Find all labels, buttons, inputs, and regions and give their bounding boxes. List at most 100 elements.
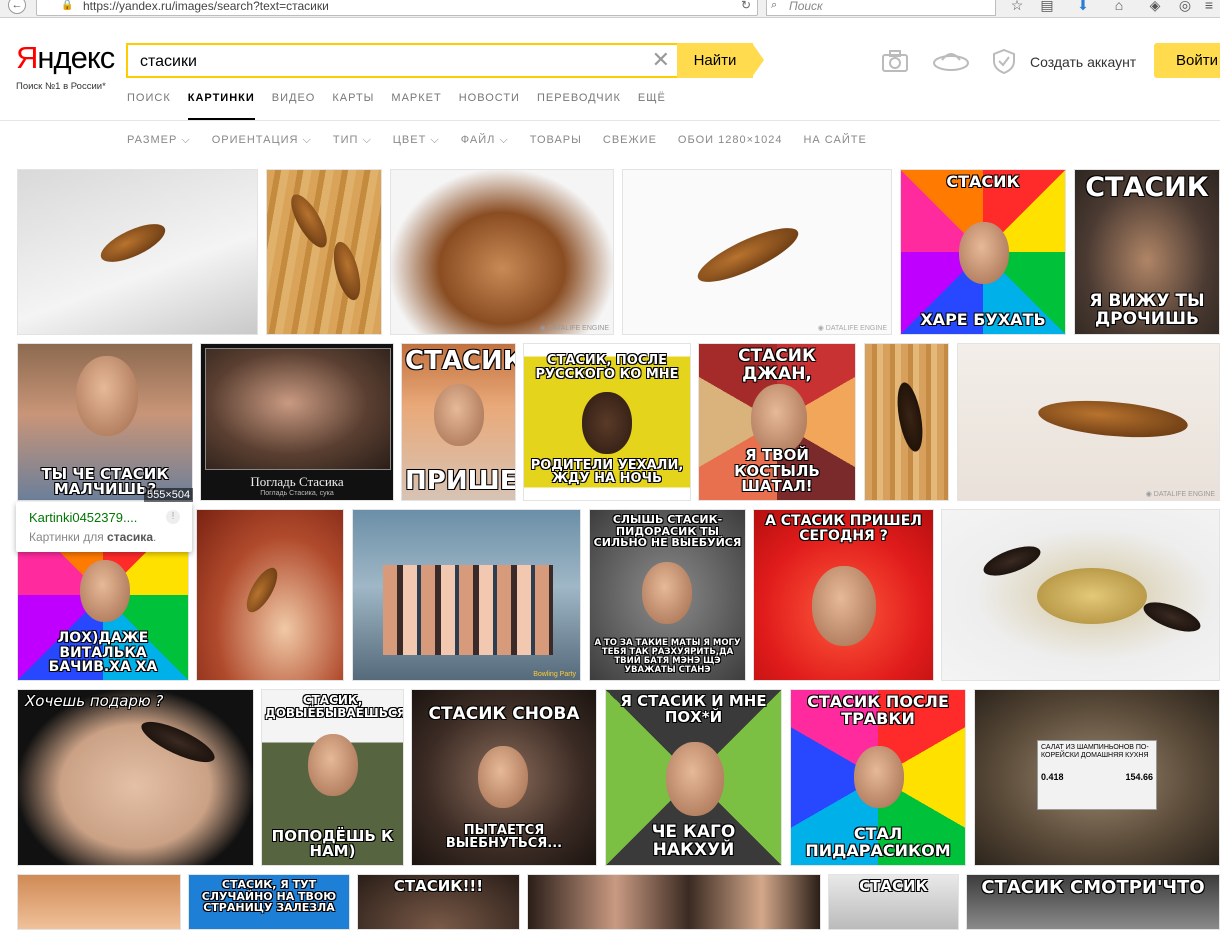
create-account-link[interactable]: Создать аккаунт <box>1030 54 1136 70</box>
browser-search-box[interactable]: ⌕ Поиск <box>766 0 996 16</box>
image-result[interactable]: Bowling Party <box>352 509 581 681</box>
reload-icon[interactable]: ↻ <box>741 0 751 12</box>
image-result[interactable]: ◉ DATALIFE ENGINE <box>622 169 892 335</box>
filter-type[interactable]: ТИП ⌵ <box>333 134 372 147</box>
image-result[interactable]: СТАСИК СНОВА ПЫТАЕТСЯ ВЫЕБНУТЬСЯ... <box>411 689 597 866</box>
image-result[interactable]: ТЫ ЧЕ СТАСИК МАЛЧИШЬ? <box>17 343 193 501</box>
extension-icon[interactable]: ◎ <box>1176 0 1194 14</box>
shield-icon[interactable] <box>989 46 1019 76</box>
filter-bar: РАЗМЕР ⌵ ОРИЕНТАЦИЯ ⌵ ТИП ⌵ ЦВЕТ ⌵ ФАЙЛ … <box>127 134 888 147</box>
search-icon: ⌕ <box>771 0 778 11</box>
meme-face <box>854 746 904 808</box>
image-result[interactable]: СТАСИК СМОТРИ'ЧТО <box>966 874 1220 930</box>
meme-face <box>666 742 724 816</box>
filter-fresh[interactable]: СВЕЖИЕ <box>603 134 657 147</box>
image-result[interactable] <box>941 509 1220 681</box>
yandex-logo[interactable]: Яндекс <box>16 40 115 76</box>
collections-icon[interactable] <box>932 46 970 76</box>
image-result[interactable] <box>266 169 382 335</box>
filter-size[interactable]: РАЗМЕР ⌵ <box>127 134 191 147</box>
address-bar[interactable]: 🔒 https://yandex.ru/images/search?text=с… <box>36 0 758 16</box>
tab-market[interactable]: МАРКЕТ <box>391 92 441 120</box>
image-tooltip[interactable]: Kartinki0452379.... ! Картинки для стаси… <box>16 502 192 552</box>
poster-subtitle: Погладь Стасика, сука <box>260 490 334 497</box>
group-photo <box>383 565 553 655</box>
image-result[interactable]: СТАСИК ХАРЕ БУХАТЬ <box>900 169 1066 335</box>
cockroach-image <box>980 540 1044 582</box>
filter-color[interactable]: ЦВЕТ ⌵ <box>393 134 440 147</box>
image-result[interactable] <box>527 874 821 930</box>
home-icon[interactable]: ⌂ <box>1110 0 1128 13</box>
download-icon[interactable]: ⬇ <box>1074 0 1092 14</box>
camera-search-icon[interactable] <box>880 46 910 76</box>
address-url: https://yandex.ru/images/search?text=ста… <box>83 0 329 13</box>
image-result[interactable]: СТАСИК!!! <box>357 874 520 930</box>
meme-caption: Я ТВОЙ КОСТЫЛЬ ШАТАЛ! <box>734 445 820 496</box>
tab-translate[interactable]: ПЕРЕВОДЧИК <box>537 92 621 120</box>
tab-video[interactable]: ВИДЕО <box>272 92 316 120</box>
pocket-icon[interactable]: ◈ <box>1146 0 1164 14</box>
image-result[interactable]: Я СТАСИК И МНЕ ПОХ*Й ЧЕ КАГО НАКХУЙ <box>605 689 782 866</box>
image-result[interactable]: Погладь Стасика Погладь Стасика, сука <box>200 343 394 501</box>
image-result[interactable] <box>196 509 344 681</box>
image-result[interactable]: СТАСИК <box>828 874 959 930</box>
search-input[interactable]: стасики <box>140 53 197 71</box>
meme-face <box>478 746 528 808</box>
login-button[interactable]: Войти <box>1154 43 1220 78</box>
image-result[interactable]: СТАСИК, ДОВЫЁБЫВАЕШЬСЯ, ПОПОДЁШЬ К НАМ) <box>261 689 404 866</box>
meme-caption: СТАСИК, ДОВЫЁБЫВАЕШЬСЯ, <box>265 693 404 720</box>
image-result[interactable]: ◉ DATALIFE ENGINE <box>390 169 614 335</box>
header-divider <box>0 120 1220 121</box>
image-result[interactable]: СЛЫШЬ СТАСИК-ПИДОРАСИК ТЫ СИЛЬНО НЕ ВЫЕБ… <box>589 509 746 681</box>
cockroach-image <box>95 216 171 270</box>
image-result[interactable]: СТАСИК ДЖАН, Я ТВОЙ КОСТЫЛЬ ШАТАЛ! <box>698 343 856 501</box>
tab-news[interactable]: НОВОСТИ <box>459 92 520 120</box>
image-result[interactable]: САЛАТ ИЗ ШАМПИНЬОНОВ ПО-КОРЕЙСКИ ДОМАШНЯ… <box>974 689 1220 866</box>
menu-icon[interactable]: ≡ <box>1200 0 1218 13</box>
filter-orientation[interactable]: ОРИЕНТАЦИЯ ⌵ <box>212 134 312 147</box>
image-result[interactable]: СТАСИК ПРИШЕЛ <box>401 343 516 501</box>
image-result[interactable]: Хочешь подарю ? <box>17 689 254 866</box>
image-result[interactable]: СТАСИК ПОСЛЕ ТРАВКИ СТАЛ ПИДАРАСИКОМ <box>790 689 966 866</box>
image-result[interactable]: А СТАСИК ПРИШЕЛ СЕГОДНЯ ? <box>753 509 934 681</box>
filter-wallpaper[interactable]: ОБОИ 1280×1024 <box>678 134 783 147</box>
watermark: Bowling Party <box>533 671 576 678</box>
cockroach-image <box>893 380 927 454</box>
meme-caption: СТАСИК ПОСЛЕ ТРАВКИ <box>807 692 949 728</box>
price-label-title: САЛАТ ИЗ ШАМПИНЬОНОВ ПО-КОРЕЙСКИ ДОМАШНЯ… <box>1041 744 1149 759</box>
meme-caption: СТАСИК <box>946 172 1020 191</box>
reading-list-icon[interactable]: ▤ <box>1038 0 1056 14</box>
filter-file[interactable]: ФАЙЛ ⌵ <box>461 134 509 147</box>
lock-icon: 🔒 <box>61 0 74 11</box>
image-result[interactable] <box>864 343 949 501</box>
filter-goods[interactable]: ТОВАРЫ <box>530 134 582 147</box>
watermark: ◉ DATALIFE ENGINE <box>817 325 887 332</box>
tab-images[interactable]: КАРТИНКИ <box>187 92 255 120</box>
tab-more[interactable]: ЕЩЁ <box>638 92 666 120</box>
back-icon[interactable]: ← <box>8 0 26 14</box>
search-button[interactable]: Найти <box>677 43 753 78</box>
info-icon[interactable]: ! <box>166 510 180 524</box>
browser-toolbar: ← 🔒 https://yandex.ru/images/search?text… <box>0 0 1220 18</box>
image-result[interactable] <box>17 874 181 930</box>
filter-on-site[interactable]: НА САЙТЕ <box>803 134 866 147</box>
search-form[interactable]: стасики ✕ <box>126 43 678 78</box>
service-tabs: ПОИСК КАРТИНКИ ВИДЕО КАРТЫ МАРКЕТ НОВОСТ… <box>127 92 683 120</box>
image-result[interactable]: СТАСИК Я ВИЖУ ТЫ ДРОЧИШЬ <box>1074 169 1220 335</box>
tab-maps[interactable]: КАРТЫ <box>332 92 374 120</box>
meme-caption: ПОПОДЁШЬ К НАМ) <box>271 826 394 861</box>
watermark: ◉ DATALIFE ENGINE <box>539 325 609 332</box>
meme-face <box>959 222 1009 284</box>
image-result[interactable]: СТАСИК, Я ТУТ СЛУЧАЙНО НА ТВОЮ СТРАНИЦУ … <box>188 874 350 930</box>
image-result[interactable] <box>17 169 258 335</box>
logo-tagline: Поиск №1 в России* <box>16 81 106 92</box>
browser-search-placeholder: Поиск <box>789 0 823 13</box>
image-result[interactable]: ◉ DATALIFE ENGINE <box>957 343 1220 501</box>
image-result[interactable]: СТАСИК, ПОСЛЕ РУССКОГО КО МНЕ РОДИТЕЛИ У… <box>523 343 691 501</box>
bookmark-star-icon[interactable]: ☆ <box>1008 0 1026 14</box>
cockroach-image <box>691 218 805 292</box>
price-label: САЛАТ ИЗ ШАМПИНЬОНОВ ПО-КОРЕЙСКИ ДОМАШНЯ… <box>1037 740 1157 810</box>
clear-icon[interactable]: ✕ <box>652 49 670 71</box>
tab-search[interactable]: ПОИСК <box>127 92 171 120</box>
tooltip-source[interactable]: Kartinki0452379.... <box>29 510 137 525</box>
